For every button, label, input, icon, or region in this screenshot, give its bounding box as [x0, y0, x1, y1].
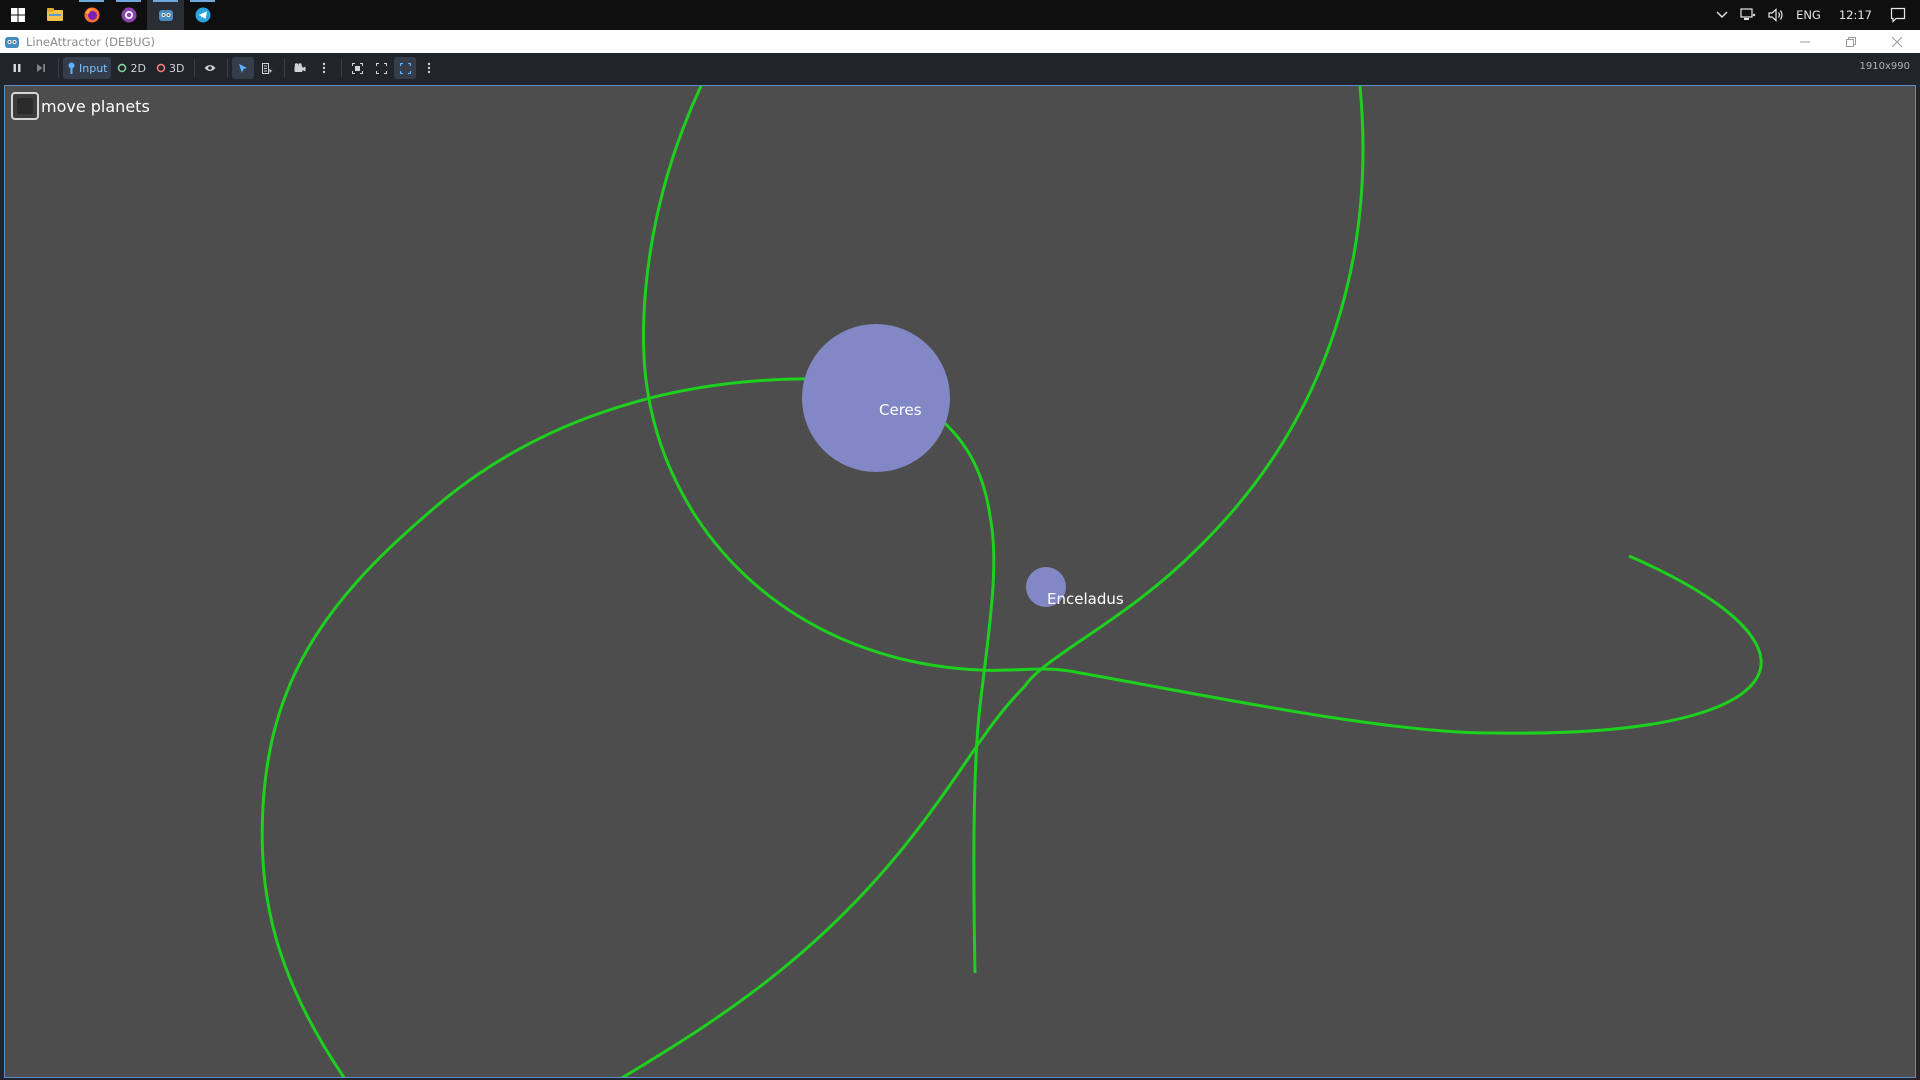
volume-icon	[1768, 8, 1783, 22]
network-icon	[1740, 8, 1756, 20]
resolution-label: 1910x990	[1859, 61, 1910, 72]
camera-options-button[interactable]	[313, 57, 335, 79]
keep-aspect-button[interactable]	[370, 57, 392, 79]
game-toolbar: Input 2D 3D 1910x990	[0, 53, 1920, 83]
toolbar-separator	[58, 59, 59, 77]
mode-2d-label: 2D	[130, 61, 146, 75]
file-explorer-icon	[46, 8, 63, 21]
next-frame-button[interactable]	[30, 57, 52, 79]
orbit-trail	[620, 86, 1365, 1077]
window-title: LineAttractor (DEBUG)	[26, 34, 155, 49]
stretch-icon	[399, 62, 411, 74]
planet-ceres[interactable]	[802, 324, 950, 472]
stretch-button[interactable]	[394, 57, 417, 79]
input-toggle[interactable]: Input	[63, 57, 112, 79]
vertical-ellipsis-icon	[428, 62, 431, 74]
window-controls	[1782, 30, 1920, 53]
eye-icon	[204, 65, 216, 71]
start-button[interactable]	[0, 0, 36, 30]
circle-3d-icon	[156, 63, 166, 73]
orbit-canvas	[260, 86, 1763, 1077]
tray-volume[interactable]	[1762, 0, 1790, 30]
move-planets-toggle[interactable]: move planets	[11, 92, 150, 120]
windows-logo-icon	[11, 8, 25, 22]
cursor-arrow-icon	[239, 63, 248, 73]
list-select-button[interactable]	[256, 57, 278, 79]
firefox-icon	[84, 7, 99, 23]
circle-2d-icon	[118, 63, 127, 73]
toolbar-separator	[227, 59, 229, 77]
tray-network[interactable]	[1734, 0, 1762, 30]
taskbar-app-telegram[interactable]	[184, 0, 221, 30]
pause-icon	[13, 64, 21, 72]
tray-language[interactable]: ENG	[1790, 0, 1827, 30]
camera-icon	[294, 63, 306, 72]
godot-icon	[158, 10, 173, 21]
game-viewport[interactable]: move planets Ceres Enceladus	[4, 85, 1916, 1078]
minimize-icon	[1800, 41, 1810, 42]
mode-3d-label: 3D	[168, 61, 185, 75]
tray-clock[interactable]: 12:17	[1827, 0, 1884, 30]
godot-icon	[5, 36, 19, 48]
toolbar-separator	[194, 59, 196, 77]
taskbar-app-godot[interactable]	[147, 0, 184, 30]
mode-2d-button[interactable]: 2D	[113, 57, 149, 79]
vertical-ellipsis-icon	[323, 62, 326, 74]
chevron-up-icon	[1716, 11, 1728, 18]
toolbar-separator	[284, 59, 286, 77]
next-frame-icon	[37, 64, 45, 72]
taskbar-app-file-explorer[interactable]	[36, 0, 73, 30]
aspect-frame-icon	[375, 62, 387, 74]
embed-options-button[interactable]	[418, 57, 440, 79]
planet-label-ceres: Ceres	[879, 401, 922, 419]
telegram-icon	[195, 7, 210, 23]
taskbar-app-firefox[interactable]	[73, 0, 110, 30]
joypad-icon	[68, 62, 75, 74]
tray-overflow-button[interactable]	[1710, 0, 1734, 30]
taskbar-app-github[interactable]	[110, 0, 147, 30]
move-planets-label: move planets	[41, 96, 150, 116]
mode-3d-button[interactable]: 3D	[152, 57, 188, 79]
taskbar: ENG 12:17	[0, 0, 1920, 30]
close-icon	[1892, 36, 1902, 47]
list-select-icon	[261, 62, 273, 74]
pause-button[interactable]	[6, 57, 28, 79]
orbit-trail	[260, 377, 996, 1077]
restore-icon	[1846, 36, 1856, 47]
fixed-size-button[interactable]	[346, 57, 368, 79]
fit-frame-icon	[351, 62, 363, 74]
camera-override-button[interactable]	[289, 57, 311, 79]
select-mode-button[interactable]	[232, 57, 255, 79]
window-titlebar[interactable]: LineAttractor (DEBUG)	[0, 30, 1920, 53]
move-planets-checkbox[interactable]	[11, 92, 39, 120]
visibility-button[interactable]	[199, 57, 221, 79]
system-tray: ENG 12:17	[1710, 0, 1920, 30]
restore-button[interactable]	[1828, 30, 1874, 53]
notification-icon	[1890, 7, 1906, 23]
input-toggle-label: Input	[79, 61, 108, 75]
github-desktop-icon	[121, 7, 136, 23]
toolbar-separator	[341, 59, 343, 77]
action-center-button[interactable]	[1884, 0, 1920, 30]
planet-label-enceladus: Enceladus	[1047, 590, 1124, 608]
checkbox-indicator	[17, 98, 33, 114]
minimize-button[interactable]	[1782, 30, 1828, 53]
close-button[interactable]	[1874, 30, 1920, 53]
